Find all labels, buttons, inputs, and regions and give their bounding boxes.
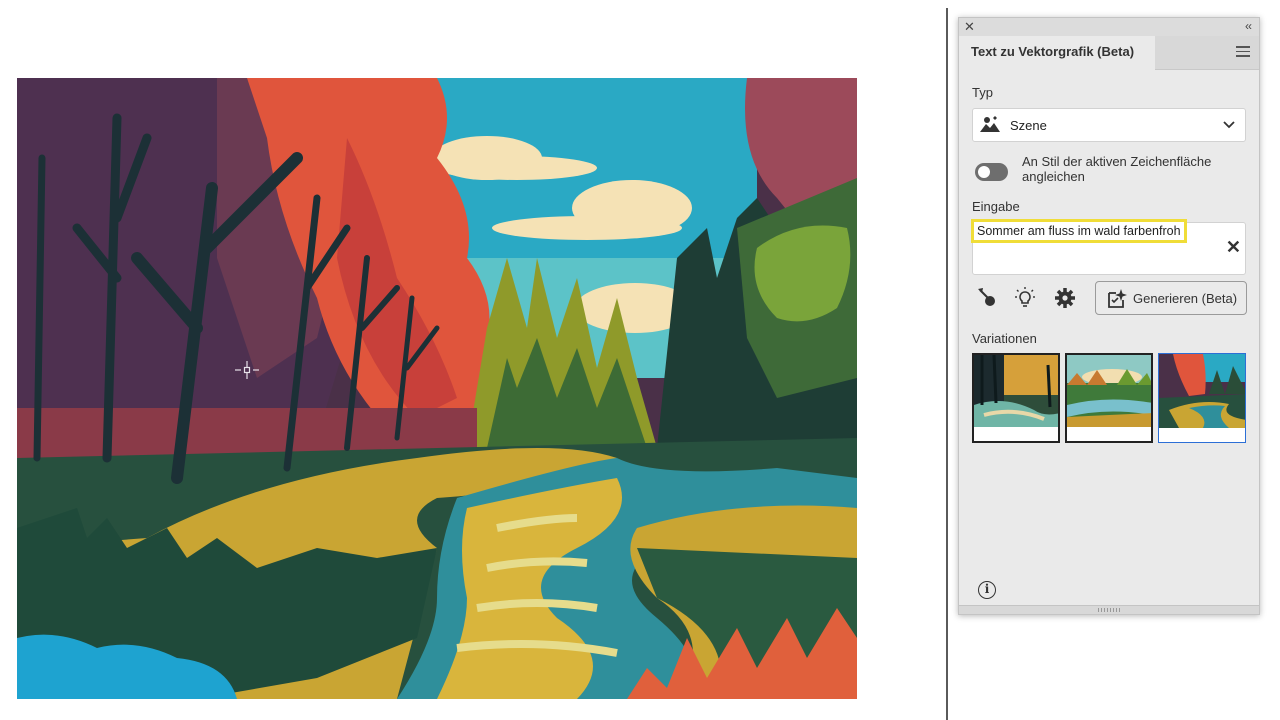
gear-icon[interactable] [1053, 286, 1077, 310]
generate-button-label: Generieren (Beta) [1133, 291, 1238, 306]
panel-resize-bar[interactable] [959, 605, 1259, 614]
match-style-label: An Stil der aktiven Zeichenfläche anglei… [1022, 154, 1212, 184]
match-style-toggle[interactable] [975, 163, 1008, 181]
info-icon[interactable]: i [978, 581, 996, 599]
variation-thumbnail-1[interactable] [972, 353, 1060, 443]
type-dropdown-value: Szene [1010, 118, 1047, 133]
variations-label: Variationen [972, 331, 1037, 346]
workspace-divider [946, 8, 948, 720]
tab-text-to-vector[interactable]: Text zu Vektorgrafik (Beta) [959, 36, 1155, 70]
sample-style-icon[interactable] [975, 286, 999, 310]
variation-thumbnail-2[interactable] [1065, 353, 1153, 443]
artboard-scene-illustration[interactable] [17, 78, 857, 699]
close-panel-icon[interactable]: ✕ [964, 19, 975, 35]
collapse-panel-icon[interactable]: ‹‹ [1245, 18, 1252, 34]
type-label: Typ [972, 85, 993, 100]
lightbulb-icon[interactable] [1013, 286, 1037, 310]
prompt-input[interactable]: Sommer am fluss im wald farbenfroh ✕ [971, 219, 1246, 275]
prompt-input-text: Sommer am fluss im wald farbenfroh [971, 219, 1187, 243]
text-to-vector-panel: ✕ ‹‹ Text zu Vektorgrafik (Beta) Typ Sze… [958, 17, 1260, 615]
panel-menu-icon[interactable] [1236, 46, 1250, 60]
type-dropdown[interactable]: Szene [972, 108, 1246, 142]
prompt-label: Eingabe [972, 199, 1020, 214]
panel-title-bar[interactable] [959, 18, 1259, 36]
scene-icon [979, 115, 1001, 140]
variation-thumbnail-3[interactable] [1158, 353, 1246, 443]
generate-button[interactable]: Generieren (Beta) [1095, 281, 1247, 315]
clear-prompt-icon[interactable]: ✕ [1226, 237, 1241, 258]
chevron-down-icon [1222, 117, 1236, 136]
generate-sparkle-icon [1106, 288, 1128, 315]
